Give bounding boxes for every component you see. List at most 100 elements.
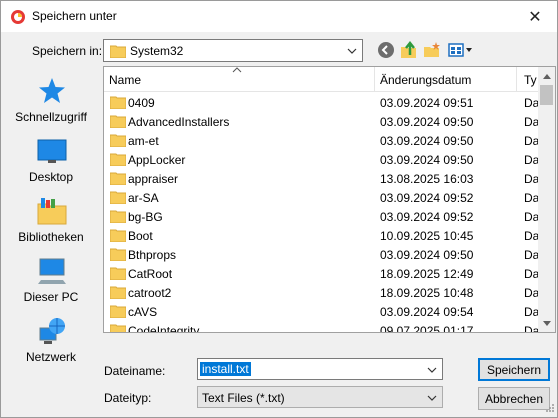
column-divider[interactable] (516, 67, 517, 92)
app-icon (11, 10, 25, 24)
resize-grip-icon[interactable] (545, 403, 555, 415)
file-date: 03.09.2024 09:50 (380, 134, 474, 148)
view-menu-button[interactable] (448, 40, 474, 60)
title-bar: Speichern unter ✕ (1, 1, 557, 32)
computer-icon (38, 258, 66, 284)
network-icon (39, 318, 65, 344)
column-header-date[interactable]: Änderungsdatum (380, 73, 471, 87)
libraries-icon (37, 198, 67, 225)
filetype-dropdown[interactable]: Text Files (*.txt) (197, 386, 443, 408)
file-date: 03.09.2024 09:50 (380, 115, 474, 129)
file-name: ar-SA (128, 191, 159, 205)
column-header-type[interactable]: Ty (524, 73, 537, 87)
file-date: 03.09.2024 09:50 (380, 248, 474, 262)
file-name: 0409 (128, 96, 155, 110)
list-item[interactable]: Boot 10.09.2025 10:45 Da (104, 226, 540, 245)
list-header: Name Änderungsdatum Ty (104, 67, 540, 92)
file-name: Boot (128, 229, 153, 243)
place-libraries[interactable]: Bibliotheken (1, 196, 101, 256)
list-item[interactable]: appraiser 13.08.2025 16:03 Da (104, 169, 540, 188)
file-list[interactable]: Name Änderungsdatum Ty 0409 03.09.2024 09… (103, 66, 556, 333)
place-label: Schnellzugriff (15, 110, 87, 124)
location-dropdown[interactable]: System32 (103, 39, 363, 62)
window-title: Speichern unter (32, 9, 117, 23)
place-label: Bibliotheken (18, 230, 84, 244)
place-quick-access[interactable]: Schnellzugriff (1, 76, 101, 136)
file-name: cAVS (128, 305, 158, 319)
folder-icon (110, 248, 126, 261)
back-button[interactable] (376, 40, 396, 60)
list-item[interactable]: am-et 03.09.2024 09:50 Da (104, 131, 540, 150)
file-name: AdvancedInstallers (128, 115, 230, 129)
chevron-down-icon[interactable] (425, 361, 439, 379)
list-item[interactable]: CodeIntegrity 09.07.2025 01:17 Da (104, 321, 540, 333)
filename-value[interactable]: install.txt (200, 362, 251, 376)
list-item[interactable]: Bthprops 03.09.2024 09:50 Da (104, 245, 540, 264)
filename-input[interactable]: install.txt (197, 358, 443, 380)
file-date: 18.09.2025 12:49 (380, 267, 474, 281)
file-name: am-et (128, 134, 159, 148)
new-folder-button[interactable] (422, 40, 442, 60)
list-item[interactable]: cAVS 03.09.2024 09:54 Da (104, 302, 540, 321)
folder-icon (110, 115, 126, 128)
folder-icon (110, 305, 126, 318)
file-date: 03.09.2024 09:50 (380, 153, 474, 167)
file-date: 03.09.2024 09:54 (380, 305, 474, 319)
chevron-down-icon (345, 42, 359, 60)
close-icon: ✕ (528, 8, 542, 26)
scroll-up-icon[interactable] (538, 69, 555, 83)
save-in-label: Speichern in: (32, 44, 103, 58)
list-item[interactable]: ar-SA 03.09.2024 09:52 Da (104, 188, 540, 207)
folder-icon (110, 172, 126, 185)
file-date: 09.07.2025 01:17 (380, 324, 474, 333)
sort-ascending-icon (232, 67, 242, 75)
folder-icon (110, 267, 126, 280)
file-name: AppLocker (128, 153, 186, 167)
file-name: appraiser (128, 172, 179, 186)
file-date: 13.08.2025 16:03 (380, 172, 474, 186)
location-toolbar: Speichern in: System32 (1, 34, 557, 66)
save-button[interactable]: Speichern (478, 358, 550, 381)
column-divider[interactable] (374, 67, 375, 92)
folder-icon (110, 134, 126, 147)
close-button[interactable]: ✕ (513, 1, 557, 32)
scrollbar-thumb[interactable] (540, 85, 553, 105)
file-date: 03.09.2024 09:52 (380, 191, 474, 205)
list-item[interactable]: CatRoot 18.09.2025 12:49 Da (104, 264, 540, 283)
up-folder-button[interactable] (399, 40, 419, 60)
cancel-button[interactable]: Abbrechen (478, 387, 550, 410)
folder-icon (110, 324, 126, 332)
file-name: CatRoot (128, 267, 173, 281)
list-item[interactable]: AdvancedInstallers 03.09.2024 09:50 Da (104, 112, 540, 131)
location-value: System32 (130, 44, 184, 58)
save-as-dialog: Speichern unter ✕ Speichern in: System32 (0, 0, 558, 418)
folder-icon (110, 45, 126, 58)
place-label: Netzwerk (25, 350, 76, 364)
view-menu-icon (448, 43, 472, 57)
folder-icon (110, 191, 126, 204)
folder-icon (110, 286, 126, 299)
place-desktop[interactable]: Desktop (1, 136, 101, 196)
star-icon (39, 78, 65, 103)
vertical-scrollbar[interactable] (538, 67, 555, 332)
filetype-value: Text Files (*.txt) (202, 391, 285, 405)
file-name: bg-BG (128, 210, 163, 224)
filename-label: Dateiname: (104, 364, 166, 378)
file-date: 03.09.2024 09:52 (380, 210, 474, 224)
place-this-pc[interactable]: Dieser PC (1, 256, 101, 316)
filetype-label: Dateityp: (104, 391, 152, 405)
list-item[interactable]: catroot2 18.09.2025 10:48 Da (104, 283, 540, 302)
back-icon (378, 42, 394, 58)
file-date: 03.09.2024 09:51 (380, 96, 474, 110)
list-item[interactable]: AppLocker 03.09.2024 09:50 Da (104, 150, 540, 169)
column-header-name[interactable]: Name (109, 73, 141, 87)
file-date: 18.09.2025 10:48 (380, 286, 474, 300)
scroll-down-icon[interactable] (538, 316, 555, 330)
place-network[interactable]: Netzwerk (1, 316, 101, 376)
list-item[interactable]: bg-BG 03.09.2024 09:52 Da (104, 207, 540, 226)
folder-icon (110, 96, 126, 109)
list-item[interactable]: 0409 03.09.2024 09:51 Da (104, 93, 540, 112)
file-date: 10.09.2025 10:45 (380, 229, 474, 243)
file-name: catroot2 (128, 286, 172, 300)
file-name: Bthprops (128, 248, 177, 262)
